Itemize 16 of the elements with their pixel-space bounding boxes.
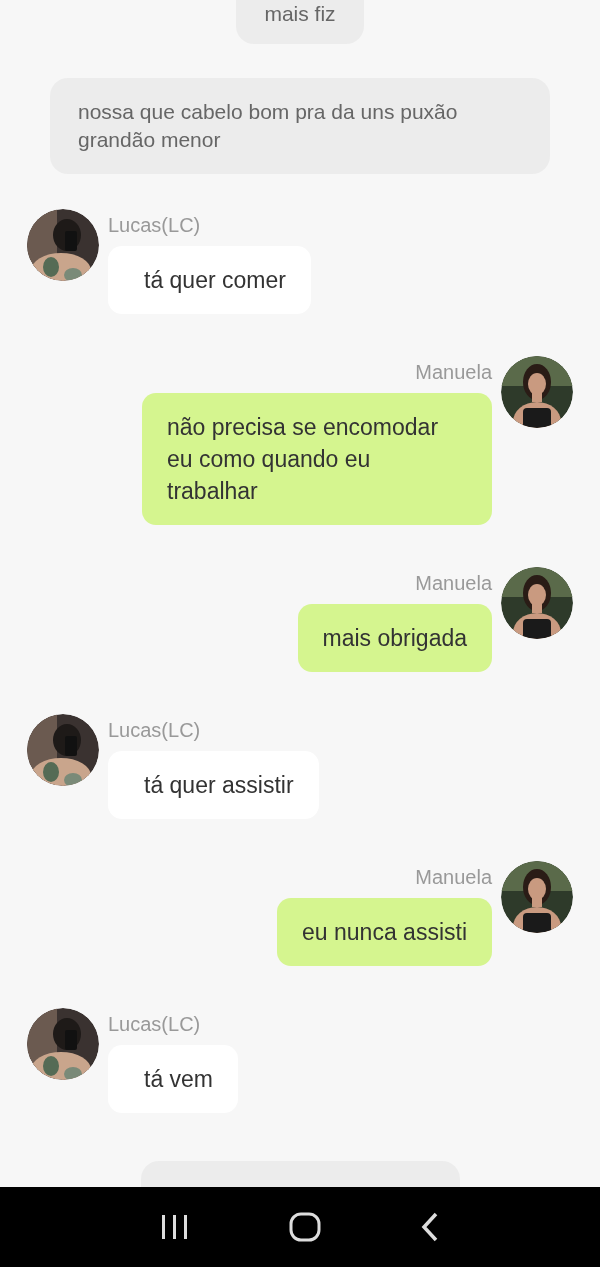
message-bubble: eu nunca assisti bbox=[277, 898, 492, 966]
narration-text: mais fiz bbox=[264, 2, 336, 25]
sender-name: Lucas(LC) bbox=[108, 213, 202, 238]
sender-name: Manuela bbox=[415, 865, 492, 890]
recent-apps-icon[interactable] bbox=[159, 1214, 190, 1240]
narration-text: nossa que cabelo bom pra da uns puxão grandão menor bbox=[78, 100, 458, 151]
sender-name: Lucas(LC) bbox=[108, 1012, 202, 1037]
message-bubble: tá vem bbox=[108, 1045, 239, 1113]
message-bubble: não precisa se encomodar eu como quando eu trabalhar bbox=[142, 393, 492, 525]
sender-name: Manuela bbox=[415, 360, 492, 385]
message-bubble: mais obrigada bbox=[297, 604, 492, 672]
sender-name: Manuela bbox=[415, 571, 492, 596]
home-icon[interactable] bbox=[289, 1212, 321, 1242]
message-bubble: tá quer comer bbox=[108, 246, 311, 314]
sender-name: Lucas(LC) bbox=[108, 718, 202, 743]
message-bubble: tá quer assistir bbox=[108, 751, 319, 819]
